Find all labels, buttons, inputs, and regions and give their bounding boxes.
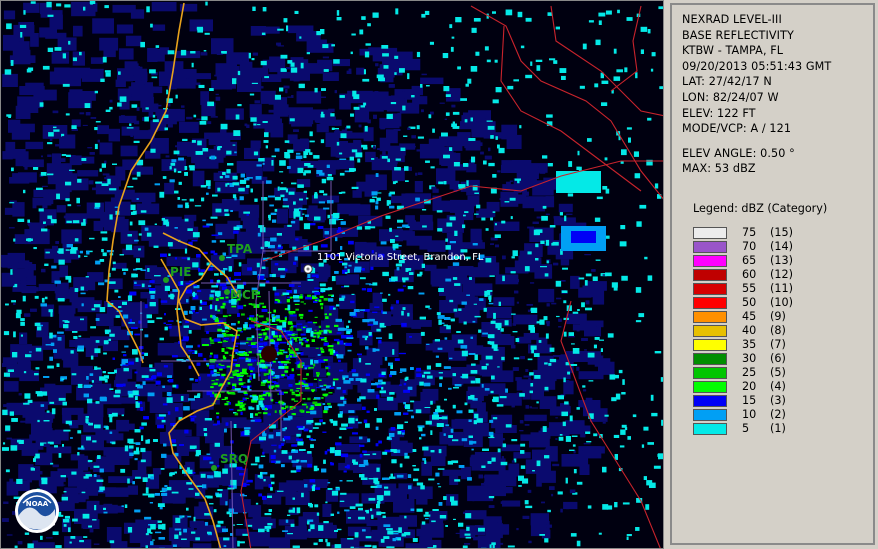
- info-max: MAX: 53 dBZ: [682, 162, 756, 176]
- legend-row: 60 (12): [693, 268, 843, 282]
- legend-category: (15): [770, 226, 793, 239]
- info-datetime: 09/20/2013 05:51:43 GMT: [682, 59, 832, 73]
- legend-row: 5 (1): [693, 422, 843, 436]
- legend-category: (13): [770, 254, 793, 267]
- legend-row: 35 (7): [693, 338, 843, 352]
- legend-value: 10: [742, 408, 757, 421]
- station-dot-pie: [163, 277, 169, 283]
- legend-value: 50: [742, 296, 757, 309]
- legend-row: 20 (4): [693, 380, 843, 394]
- legend-row: 50 (10): [693, 296, 843, 310]
- legend-category: (4): [770, 380, 786, 393]
- legend-swatch: [693, 227, 727, 239]
- info-lat: LAT: 27/42/17 N: [682, 75, 772, 89]
- legend-swatch: [693, 395, 727, 407]
- legend-row: 40 (8): [693, 324, 843, 338]
- legend-value: 5: [742, 422, 750, 435]
- location-label: 1101 Victoria Street, Brandon, FL: [317, 252, 484, 263]
- info-mode: MODE/VCP: A / 121: [682, 122, 792, 136]
- info-lon: LON: 82/24/07 W: [682, 90, 779, 104]
- legend-swatch: [693, 297, 727, 309]
- legend-category: (5): [770, 366, 786, 379]
- info-elev-angle: ELEV ANGLE: 0.50 °: [682, 146, 795, 160]
- legend-category: (7): [770, 338, 786, 351]
- info-station: KTBW - TAMPA, FL: [682, 44, 784, 58]
- station-srq: SRQ: [220, 452, 248, 466]
- legend-title: Legend: dBZ (Category): [693, 202, 828, 215]
- legend-category: (1): [770, 422, 786, 435]
- legend-category: (6): [770, 352, 786, 365]
- info-type: BASE REFLECTIVITY: [682, 28, 794, 42]
- legend-row: 30 (6): [693, 352, 843, 366]
- legend: 75 (15) 70 (14) 65 (13) 60 (12) 55 (11) 50 (10…: [693, 226, 843, 436]
- station-pie: PIE: [170, 265, 191, 279]
- legend-value: 65: [742, 254, 757, 267]
- legend-value: 35: [742, 338, 757, 351]
- radar-site: [261, 346, 277, 362]
- legend-category: (14): [770, 240, 793, 253]
- legend-swatch: [693, 409, 727, 421]
- location-marker-dot: [306, 267, 310, 271]
- legend-category: (2): [770, 408, 786, 421]
- info-panel: NEXRAD LEVEL-III BASE REFLECTIVITY KTBW …: [670, 3, 875, 545]
- station-dot-tpa: [219, 255, 225, 261]
- legend-value: 25: [742, 366, 757, 379]
- noaa-logo: NOAA: [15, 489, 59, 533]
- legend-value: 40: [742, 324, 757, 337]
- legend-row: 15 (3): [693, 394, 843, 408]
- legend-swatch: [693, 283, 727, 295]
- info-elev: ELEV: 122 FT: [682, 106, 756, 120]
- legend-swatch: [693, 423, 727, 435]
- legend-value: 60: [742, 268, 757, 281]
- legend-row: 55 (11): [693, 282, 843, 296]
- legend-value: 20: [742, 380, 757, 393]
- legend-row: 10 (2): [693, 408, 843, 422]
- station-dot-srq: [211, 465, 217, 471]
- radar-map-canvas: 1101 Victoria Street, Brandon, FL TPA PI…: [1, 1, 663, 548]
- legend-category: (3): [770, 394, 786, 407]
- legend-category: (12): [770, 268, 793, 281]
- legend-category: (9): [770, 310, 786, 323]
- legend-row: 70 (14): [693, 240, 843, 254]
- legend-value: 70: [742, 240, 757, 253]
- legend-swatch: [693, 255, 727, 267]
- legend-row: 45 (9): [693, 310, 843, 324]
- legend-swatch: [693, 311, 727, 323]
- legend-row: 65 (13): [693, 254, 843, 268]
- legend-swatch: [693, 269, 727, 281]
- legend-category: (10): [770, 296, 793, 309]
- station-mcf: MCF: [230, 288, 259, 302]
- legend-swatch: [693, 241, 727, 253]
- legend-row: 75 (15): [693, 226, 843, 240]
- legend-category: (11): [770, 282, 793, 295]
- radar-info: NEXRAD LEVEL-III BASE REFLECTIVITY KTBW …: [682, 12, 831, 177]
- legend-swatch: [693, 353, 727, 365]
- legend-value: 30: [742, 352, 757, 365]
- legend-row: 25 (5): [693, 366, 843, 380]
- legend-swatch: [693, 367, 727, 379]
- legend-value: 75: [742, 226, 757, 239]
- legend-value: 45: [742, 310, 757, 323]
- station-tpa: TPA: [227, 242, 253, 256]
- legend-swatch: [693, 325, 727, 337]
- legend-category: (8): [770, 324, 786, 337]
- reflectivity-echoes: [1, 1, 663, 548]
- legend-swatch: [693, 381, 727, 393]
- legend-value: 55: [742, 282, 757, 295]
- noaa-logo-text: NOAA: [26, 500, 49, 508]
- radar-map[interactable]: 1101 Victoria Street, Brandon, FL TPA PI…: [0, 0, 664, 549]
- legend-value: 15: [742, 394, 757, 407]
- info-product: NEXRAD LEVEL-III: [682, 13, 782, 26]
- legend-swatch: [693, 339, 727, 351]
